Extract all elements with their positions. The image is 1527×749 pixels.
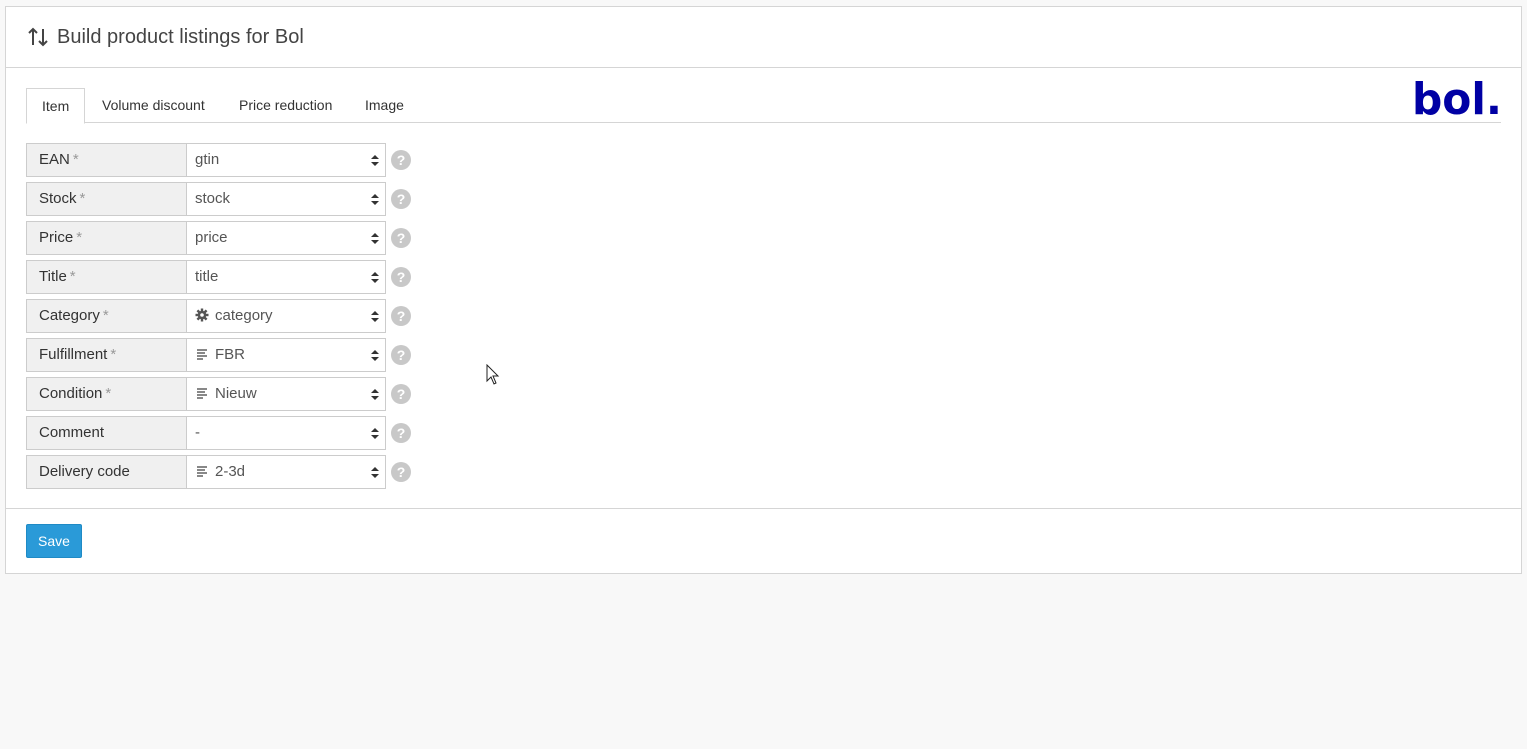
tab-volume-discount[interactable]: Volume discount — [87, 88, 220, 123]
select-value: gtin — [195, 151, 220, 168]
field-label: Condition * — [26, 377, 187, 411]
title-select[interactable]: title — [186, 260, 386, 294]
field-mapping-list: EAN * gtin? Stock * stock? Price * price? Title * t… — [26, 143, 416, 494]
tab-image[interactable]: Image — [350, 88, 419, 123]
select-caret-icon — [371, 389, 379, 400]
field-label: Delivery code — [26, 455, 187, 489]
mouse-cursor-icon — [486, 364, 500, 385]
select-caret-icon — [371, 311, 379, 322]
sort-arrows-icon — [28, 27, 48, 47]
price-select[interactable]: price — [186, 221, 386, 255]
tab-price-reduction[interactable]: Price reduction — [224, 88, 347, 123]
field-label-text: EAN — [39, 151, 70, 168]
field-label-text: Price — [39, 229, 74, 246]
save-button[interactable]: Save — [26, 524, 82, 558]
field-label: Price * — [26, 221, 187, 255]
svg-text:bol.: bol. — [1412, 80, 1502, 118]
field-label: Stock * — [26, 182, 187, 216]
field-label: Comment — [26, 416, 187, 450]
help-icon[interactable]: ? — [391, 189, 411, 209]
select-caret-icon — [371, 272, 379, 283]
field-row-category: Category * category? — [26, 299, 416, 333]
help-icon[interactable]: ? — [391, 345, 411, 365]
field-row-fulfillment: Fulfillment * FBR? — [26, 338, 416, 372]
field-label-text: Comment — [39, 424, 105, 441]
fulfillment-select[interactable]: FBR — [186, 338, 386, 372]
ean-select[interactable]: gtin — [186, 143, 386, 177]
select-caret-icon — [371, 467, 379, 478]
field-label: Fulfillment * — [26, 338, 187, 372]
select-caret-icon — [371, 194, 379, 205]
comment-select[interactable]: - — [186, 416, 386, 450]
text-lines-icon — [195, 341, 209, 360]
required-marker: * — [72, 151, 79, 168]
field-label: Title * — [26, 260, 187, 294]
tab-item[interactable]: Item — [26, 88, 86, 124]
text-lines-icon — [195, 458, 209, 477]
panel-footer: Save — [6, 509, 1521, 573]
field-label: EAN * — [26, 143, 187, 177]
help-icon[interactable]: ? — [391, 462, 411, 482]
help-icon[interactable]: ? — [391, 384, 411, 404]
field-row-price: Price * price? — [26, 221, 416, 255]
field-label-text: Title — [39, 268, 67, 285]
condition-select[interactable]: Nieuw — [186, 377, 386, 411]
category-select[interactable]: category — [186, 299, 386, 333]
select-caret-icon — [371, 428, 379, 439]
delivery-code-select[interactable]: 2-3d — [186, 455, 386, 489]
field-row-delivery-code: Delivery code 2-3d? — [26, 455, 416, 489]
panel-header: Build product listings for Bol — [6, 7, 1521, 68]
required-marker: * — [102, 307, 109, 324]
field-label: Category * — [26, 299, 187, 333]
required-marker: * — [105, 385, 112, 402]
help-icon[interactable]: ? — [391, 306, 411, 326]
field-label-text: Delivery code — [39, 463, 130, 480]
main-panel: Build product listings for Bol Item Volu… — [5, 6, 1522, 574]
select-caret-icon — [371, 350, 379, 361]
field-row-title: Title * title? — [26, 260, 416, 294]
select-value: category — [215, 307, 273, 324]
field-row-stock: Stock * stock? — [26, 182, 416, 216]
select-value: stock — [195, 190, 231, 207]
select-value: FBR — [215, 346, 245, 363]
select-caret-icon — [371, 155, 379, 166]
required-marker: * — [76, 229, 83, 246]
help-icon[interactable]: ? — [391, 228, 411, 248]
required-marker: * — [79, 190, 86, 207]
required-marker: * — [69, 268, 76, 285]
field-row-comment: Comment -? — [26, 416, 416, 450]
gear-icon — [195, 302, 209, 322]
select-value: price — [195, 229, 228, 246]
help-icon[interactable]: ? — [391, 267, 411, 287]
help-icon[interactable]: ? — [391, 150, 411, 170]
select-value: Nieuw — [215, 385, 257, 402]
select-value: title — [195, 268, 219, 285]
panel-body: Item Volume discount Price reduction Ima… — [6, 68, 1521, 509]
select-value: 2-3d — [215, 463, 246, 480]
page-title: Build product listings for Bol — [57, 25, 304, 48]
select-value: - — [195, 424, 200, 441]
stock-select[interactable]: stock — [186, 182, 386, 216]
field-row-condition: Condition * Nieuw? — [26, 377, 416, 411]
field-label-text: Category — [39, 307, 100, 324]
field-label-text: Stock — [39, 190, 77, 207]
help-icon[interactable]: ? — [391, 423, 411, 443]
tab-bar: Item Volume discount Price reduction Ima… — [26, 88, 1501, 124]
field-row-ean: EAN * gtin? — [26, 143, 416, 177]
bol-logo: bol. — [1412, 80, 1502, 118]
required-marker: * — [110, 346, 117, 363]
text-lines-icon — [195, 380, 209, 399]
select-caret-icon — [371, 233, 379, 244]
field-label-text: Fulfillment — [39, 346, 108, 363]
field-label-text: Condition — [39, 385, 103, 402]
